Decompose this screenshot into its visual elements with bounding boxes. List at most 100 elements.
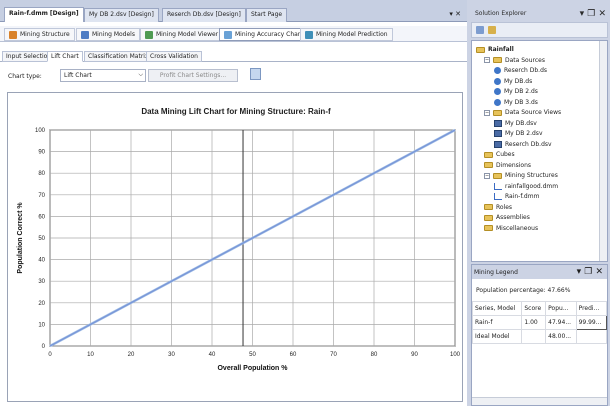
tree-scrollbar[interactable] (599, 41, 607, 261)
mm-icon (494, 182, 502, 190)
right-panel: Solution Explorer ▾ ❐ ✕ Rainfall − Data So… (469, 0, 610, 406)
x-tick-label: 30 (168, 352, 175, 358)
folder-icon (493, 172, 502, 179)
lift-chart-panel: Data Mining Lift Chart for Mining Struct… (7, 92, 463, 402)
tree-item-label: Assemblies (496, 214, 530, 221)
tab-mining-model-viewer[interactable]: Mining Model Viewer (140, 28, 224, 41)
x-tick-label: 40 (209, 352, 216, 358)
document-tabs: Rain-f.dmm [Design] My DB 2.dsv [Design]… (0, 0, 467, 22)
show-all-files-icon[interactable] (488, 26, 496, 34)
tree-item-label: Miscellaneous (496, 224, 539, 232)
tree-item-label: Data Sources (505, 56, 545, 64)
mining-models-icon (81, 30, 89, 39)
ds-icon (494, 77, 501, 85)
y-axis-label: Population Correct % (17, 202, 24, 274)
tree-item[interactable]: Roles (484, 203, 512, 212)
collapse-icon[interactable]: − (484, 109, 490, 116)
legend-cell: 99.99... (575, 315, 608, 330)
tree-item[interactable]: My DB.dsv (494, 119, 537, 128)
tree-item[interactable]: My DB 2.ds (494, 87, 538, 96)
folder-icon (493, 109, 502, 116)
tree-item[interactable]: Reserch Db.dsv (494, 140, 552, 149)
y-tick-label: 30 (38, 279, 45, 285)
tree-item[interactable]: Miscellaneous (484, 224, 538, 233)
tree-item-label: My DB 2.ds (504, 88, 538, 95)
tree-item[interactable]: − Data Sources (484, 56, 545, 65)
folder-icon (493, 57, 502, 63)
dsv-icon (494, 119, 502, 127)
tab-mining-structure[interactable]: Mining Structure (4, 28, 75, 41)
tree-item-label: Reserch Db.dsv (505, 140, 552, 148)
y-tick-label: 50 (38, 236, 45, 242)
tab-cross-validation[interactable]: Cross Validation (146, 51, 202, 62)
x-tick-label: 10 (87, 352, 94, 358)
mining-legend-title: Mining Legend (474, 269, 518, 276)
tree-item[interactable]: − Mining Structures (484, 171, 558, 180)
tree-item-label: My DB.ds (504, 77, 533, 85)
tree-item-label: rainfallgood.dmm (505, 182, 559, 190)
collapse-icon[interactable]: − (484, 172, 490, 179)
tree-item[interactable]: My DB 3.ds (494, 98, 538, 107)
legend-header-row: Series, Model Score Popu... Predi... (471, 301, 608, 316)
tree-item[interactable]: My DB 2.dsv (494, 129, 543, 138)
designer-tabs: Mining Structure Mining Models Mining Mo… (0, 26, 467, 42)
legend-cell: 1.00 (521, 315, 547, 330)
legend-row[interactable]: Ideal Model 48.00... (471, 329, 608, 344)
mm-icon (494, 193, 502, 200)
x-tick-label: 90 (411, 352, 418, 358)
y-tick-label: 10 (38, 322, 45, 328)
legend-row[interactable]: Rain-f 1.00 47.94... 99.99... (471, 315, 608, 330)
folder-icon (484, 225, 493, 231)
doc-window-controls[interactable]: ▾ ✕ (449, 10, 461, 18)
tab-mining-accuracy-chart[interactable]: Mining Accuracy Chart (219, 28, 308, 41)
chart-type-select[interactable]: Lift Chart ⌵ (60, 69, 146, 82)
tree-item[interactable]: − Data Source Views (484, 108, 561, 117)
tree-item[interactable]: Reserch Db.ds (494, 66, 547, 75)
y-tick-label: 90 (38, 150, 45, 156)
x-tick-label: 50 (249, 352, 256, 358)
folder-icon (484, 162, 493, 168)
doc-tab-start-page[interactable]: Start Page (246, 8, 288, 22)
tab-lift-chart[interactable]: Lift Chart (47, 51, 83, 62)
solution-explorer-controls[interactable]: ▾ ❐ ✕ (580, 9, 606, 19)
legend-cell (575, 329, 608, 344)
tree-item-label: Rain-f.dmm (505, 193, 540, 200)
accuracy-tabs: Input Selection Lift Chart Classificatio… (0, 50, 467, 62)
mining-model-viewer-icon (145, 30, 153, 39)
tree-item[interactable]: My DB.ds (494, 77, 532, 86)
profit-chart-settings-button[interactable]: Profit Chart Settings... (148, 69, 238, 82)
mining-legend-header: Mining Legend ▾ ❐ ✕ (472, 265, 607, 279)
doc-tab-reserch[interactable]: Reserch Db.dsv [Design] (162, 8, 246, 22)
legend-col-series: Series, Model (471, 301, 523, 316)
legend-cell: 48.00... (545, 329, 577, 344)
tree-item-label: Roles (496, 203, 513, 211)
y-tick-label: 0 (42, 344, 46, 350)
legend-col-population: Popu... (545, 301, 577, 316)
tree-item[interactable]: Rainfall (476, 45, 514, 54)
tree-item[interactable]: Rain-f.dmm (494, 192, 539, 201)
mining-legend-controls[interactable]: ▾ ❐ ✕ (577, 267, 603, 277)
tree-item[interactable]: Assemblies (484, 213, 530, 222)
mining-structure-icon (9, 30, 17, 39)
doc-tab-mydb2[interactable]: My DB 2.dsv [Design] (84, 8, 159, 22)
tab-mining-model-prediction[interactable]: Mining Model Prediction (300, 28, 393, 41)
properties-icon[interactable] (476, 26, 484, 34)
lift-chart: 0 10 20 30 40 50 60 70 80 90 100 0 10 20 30 40 50 60 70 80 9… (17, 128, 461, 372)
population-percentage: Population percentage: 47.66% (476, 287, 571, 294)
legend-cell: 47.94... (545, 315, 577, 330)
solution-tree: Rainfall − Data Sources Reserch Db.ds My DB.… (471, 40, 608, 262)
x-tick-label: 60 (290, 352, 297, 358)
tree-item-label: My DB.dsv (505, 119, 537, 127)
tree-item[interactable]: Cubes (484, 150, 515, 159)
tree-item[interactable]: rainfallgood.dmm (494, 182, 558, 191)
dsv-icon (494, 140, 502, 148)
doc-tab-rain-f[interactable]: Rain-f.dmm [Design] (4, 7, 84, 22)
legend-col-predict: Predi... (575, 301, 608, 316)
collapse-icon[interactable]: − (484, 57, 490, 63)
tab-mining-models[interactable]: Mining Models (76, 28, 140, 41)
tree-item[interactable]: Dimensions (484, 161, 531, 170)
print-icon[interactable] (250, 68, 261, 80)
legend-scrollbar[interactable] (472, 397, 607, 405)
mining-model-prediction-icon (305, 30, 313, 39)
tab-classification-matrix[interactable]: Classification Matrix (84, 51, 153, 62)
